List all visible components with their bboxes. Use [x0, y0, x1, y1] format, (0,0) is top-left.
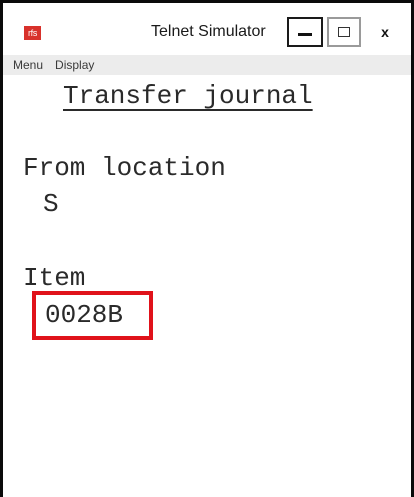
minimize-button[interactable]	[287, 17, 323, 47]
menu-bar: Menu Display	[3, 55, 411, 75]
item-input-field[interactable]: 0028B	[32, 291, 153, 340]
item-label: Item	[23, 263, 86, 293]
close-button[interactable]: x	[361, 17, 409, 47]
menu-item-menu[interactable]: Menu	[13, 58, 43, 72]
maximize-button[interactable]	[327, 17, 361, 47]
from-location-value: S	[43, 189, 59, 219]
app-logo-icon: rfs	[24, 26, 41, 40]
terminal-screen: Transfer journal From location S Item 00…	[3, 75, 411, 497]
window-title: Telnet Simulator	[151, 23, 266, 40]
title-bar[interactable]: rfs Telnet Simulator x	[3, 3, 411, 48]
close-icon: x	[381, 24, 389, 40]
minimize-icon	[298, 32, 312, 36]
menu-item-display[interactable]: Display	[55, 58, 94, 72]
screen-title: Transfer journal	[63, 81, 313, 111]
from-location-label: From location	[23, 153, 226, 183]
maximize-icon	[338, 27, 350, 37]
telnet-simulator-window: rfs Telnet Simulator x Menu Display Tran…	[0, 0, 414, 497]
